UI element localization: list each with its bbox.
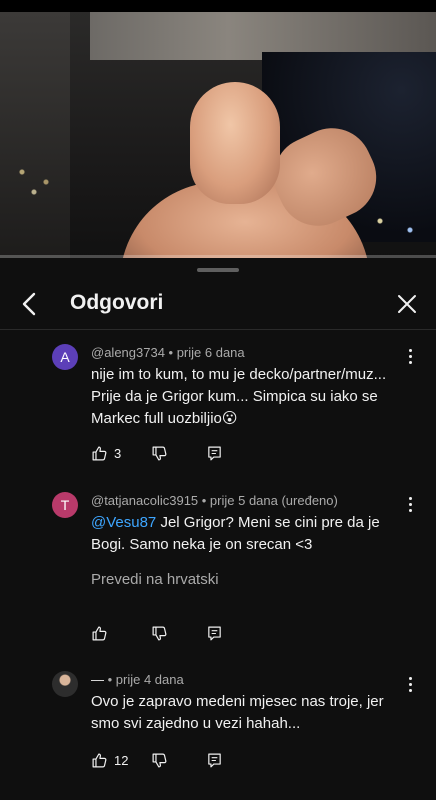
reply-button[interactable] [206,443,223,463]
comment-text: @Vesu87 Jel Grigor? Meni se cini pre da … [91,512,409,556]
like-button[interactable]: 12 [91,750,128,770]
more-vertical-icon [408,348,412,352]
comment-meta: — • prije 4 dana [91,672,184,687]
more-vertical-icon [408,676,412,680]
comment-text-content: nije im to kum, to mu je decko/partner/m… [91,366,387,427]
like-button[interactable]: 3 [91,443,121,463]
reply-button[interactable] [206,750,223,770]
dislike-button[interactable] [151,623,168,643]
like-count: 3 [114,445,122,461]
thumbs-down-icon [152,446,167,460]
more-dot [408,502,412,506]
dislike-button[interactable] [151,443,168,463]
video-player[interactable] [0,12,436,258]
thumbs-up-icon [92,446,107,460]
reply-icon [208,753,221,767]
reply-icon [208,446,221,460]
thumbs-down-icon [152,753,167,767]
thumbs-up-icon [92,626,107,640]
dislike-button[interactable] [151,750,168,770]
comment-meta: @tatjanacolic3915 • prije 5 dana (uređen… [91,493,338,508]
chevron-left-icon [22,292,36,316]
video-person-head [190,82,280,204]
translate-link[interactable]: Prevedi na hrvatski [91,571,219,588]
close-button[interactable] [392,289,422,319]
avatar-letter: A [60,349,70,365]
replies-header: Odgovori [0,280,436,330]
back-button[interactable] [14,288,46,320]
more-options-button[interactable] [400,346,420,366]
emoji-surprised: 😮 [221,410,238,427]
drag-handle[interactable] [197,268,239,272]
more-options-button[interactable] [400,494,420,514]
comment-meta: @aleng3734 • prije 6 dana [91,345,245,360]
avatar[interactable] [52,671,78,697]
page-title: Odgovori [70,291,164,314]
like-button[interactable] [91,623,114,643]
like-count: 12 [114,752,129,768]
avatar-letter: T [60,497,70,513]
reply-icon [208,626,221,640]
more-dot [408,354,412,358]
video-scene-wall [0,12,70,258]
close-icon [398,295,416,313]
comment-text: nije im to kum, to mu je decko/partner/m… [91,364,409,430]
status-strip [0,0,436,12]
thumbs-up-icon [92,753,107,767]
mention-link[interactable]: @Vesu87 [91,514,156,531]
avatar[interactable]: A [52,344,78,370]
thumbs-down-icon [152,626,167,640]
reply-button[interactable] [206,623,223,643]
comment-time: • prije 4 dana [104,672,184,687]
comment-author[interactable]: — [91,672,104,687]
video-scene-lights [10,152,70,202]
more-vertical-icon [408,496,412,500]
comment-text: Ovo je zapravo medeni mjesec nas troje, … [91,693,384,732]
more-dot [408,682,412,686]
avatar[interactable]: T [52,492,78,518]
